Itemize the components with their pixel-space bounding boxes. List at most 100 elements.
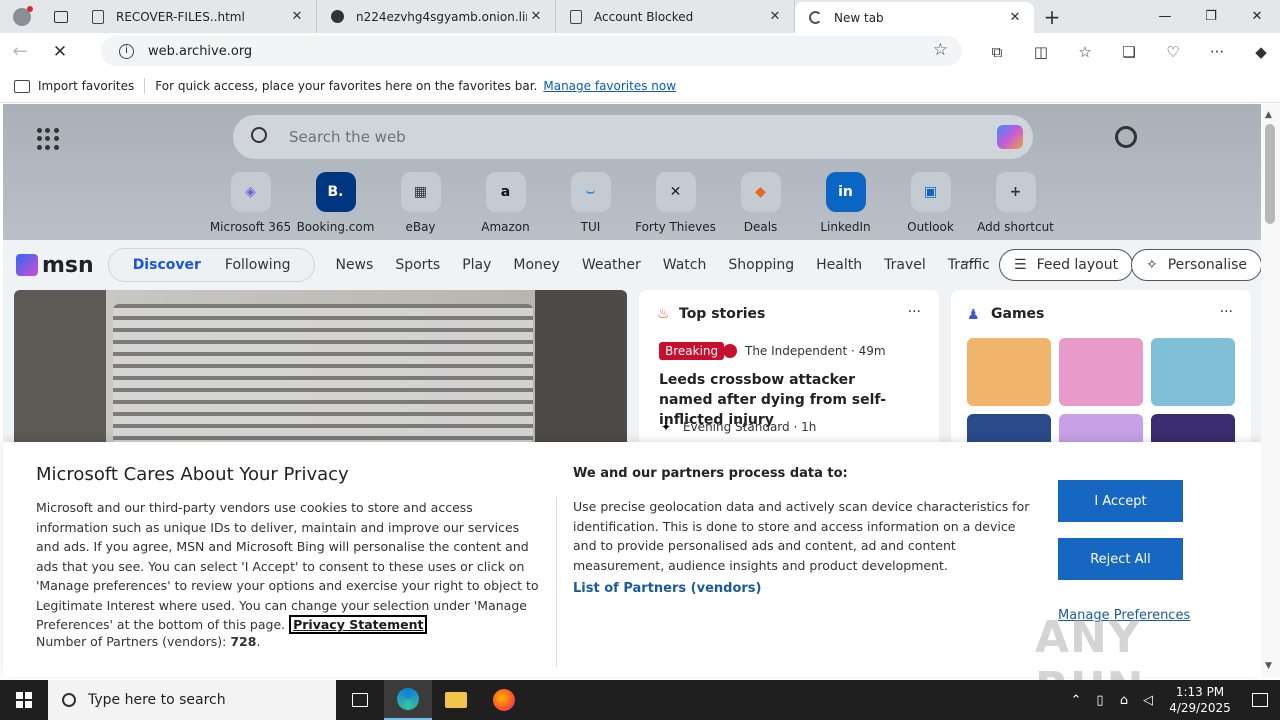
shortcut-icon: a [485,172,526,212]
vendors-list-link[interactable]: List of Partners (vendors) [573,581,761,596]
partners-number: 728 [230,634,257,649]
network-icon[interactable]: ⌂ [1112,693,1136,708]
privacy-body: Microsoft and our third-party vendors us… [36,498,541,635]
partners-suffix: . [256,634,261,649]
page-scrollbar[interactable]: ▲ ▼ [1261,104,1280,677]
notifications-button[interactable] [1240,693,1280,707]
privacy-statement-link[interactable]: Privacy Statement [289,615,428,634]
more-icon[interactable]: ··· [908,304,921,320]
game-thumbnail[interactable] [1151,338,1235,406]
windows-logo-icon [16,692,32,708]
new-tab-button[interactable]: + [1034,0,1070,33]
restore-icon[interactable]: ❐ [1188,0,1234,33]
category-travel[interactable]: Travel [884,257,926,273]
tab-discover[interactable]: Discover [121,257,213,273]
copilot-search-icon[interactable] [997,125,1023,149]
web-search-box[interactable]: Search the web [233,115,1033,159]
story-source-2: Evening Standard · 1h [683,420,817,434]
close-icon[interactable]: ✕ [288,9,306,24]
device-icon[interactable]: ▯ [1088,693,1112,708]
address-bar[interactable]: i web.archive.org ☆ [101,36,962,66]
feed-layout-label: Feed layout [1036,257,1119,273]
file-explorer-button[interactable] [432,680,480,720]
category-sports[interactable]: Sports [395,257,440,273]
profile-button[interactable] [0,0,44,33]
favorite-star-icon[interactable]: ☆ [933,40,948,60]
close-window-icon[interactable]: ✕ [1234,0,1280,33]
site-info-icon[interactable]: i [119,43,134,59]
import-favorites-button[interactable]: Import favorites [38,79,134,93]
shortcut-tui[interactable]: ⌣ TUI [548,172,633,234]
edge-taskbar-button[interactable] [384,680,432,720]
shortcut-icon: + [995,172,1036,212]
games-icon: ♟ [967,307,980,323]
clock-time: 1:13 PM [1175,685,1225,699]
category-play[interactable]: Play [462,257,491,273]
clock[interactable]: 1:13 PM 4/29/2025 [1160,684,1240,716]
msn-logo[interactable]: msn [16,253,94,278]
story-source: The Independent · 49m [745,344,886,358]
volume-icon[interactable]: ◁ [1136,693,1160,708]
scrollbar-thumb[interactable] [1265,124,1275,224]
tab-following[interactable]: Following [213,257,303,273]
back-button[interactable]: ← [0,41,40,62]
game-thumbnail[interactable] [967,338,1051,406]
favorites-icon[interactable]: ☆ [1063,33,1107,70]
shortcut-forty-thieves[interactable]: ✕ Forty Thieves [633,172,718,234]
feed-layout-button[interactable]: ☰ Feed layout [999,249,1134,281]
tab-account-blocked[interactable]: Account Blocked ✕ [556,0,795,33]
shortcut-outlook[interactable]: ▣ Outlook [888,172,973,234]
shortcut-label: TUI [580,220,601,234]
shortcut-linkedin[interactable]: in LinkedIn [803,172,888,234]
taskbar-search[interactable]: Type here to search [48,680,336,720]
category-weather[interactable]: Weather [582,257,641,273]
accept-button[interactable]: I Accept [1058,480,1183,522]
tab-recover-files[interactable]: RECOVER-FILES..html ✕ [78,0,317,33]
shortcut-microsoft-365[interactable]: ◈ Microsoft 365 [208,172,293,234]
manage-favorites-link[interactable]: Manage favorites now [543,79,676,93]
reject-all-button[interactable]: Reject All [1058,538,1183,580]
category-health[interactable]: Health [816,257,862,273]
more-categories-button[interactable]: ··· [961,255,974,271]
close-icon[interactable]: ✕ [527,9,545,24]
chevron-up-icon[interactable]: ⌃ [1064,693,1088,708]
shortcut-label: Add shortcut [977,220,1054,234]
search-icon [62,693,76,707]
shortcut-deals[interactable]: ◆ Deals [718,172,803,234]
more-icon[interactable]: ··· [1220,304,1233,320]
tab-onion-link[interactable]: n224ezvhg4sgyamb.onion.link ✕ [317,0,556,33]
shortcut-label: Outlook [907,220,954,234]
extensions-icon[interactable]: ⧉ [975,33,1019,70]
category-shopping[interactable]: Shopping [728,257,794,273]
personalise-button[interactable]: ✧ Personalise [1131,249,1261,281]
shortcut-ebay[interactable]: ▦ eBay [378,172,463,234]
close-icon[interactable]: ✕ [766,9,784,24]
task-view-button[interactable] [336,680,384,720]
category-news[interactable]: News [335,257,373,273]
collections-icon[interactable]: ❏ [1107,33,1151,70]
performance-icon[interactable]: ♡ [1151,33,1195,70]
game-thumbnail[interactable] [1059,338,1143,406]
gear-icon[interactable] [1115,126,1137,148]
apps-grid-icon[interactable] [37,128,59,150]
close-icon[interactable]: ✕ [1006,10,1024,25]
start-button[interactable] [0,680,48,720]
more-options-icon[interactable]: ··· [1195,33,1239,70]
tab-new-tab[interactable]: New tab ✕ [795,2,1034,33]
scroll-up-icon[interactable]: ▲ [1265,110,1272,120]
onion-icon [331,10,344,23]
category-money[interactable]: Money [513,257,559,273]
split-screen-icon[interactable]: ◫ [1019,33,1063,70]
firefox-button[interactable] [480,680,528,720]
shortcut-amazon[interactable]: a Amazon [463,172,548,234]
scroll-down-icon[interactable]: ▼ [1265,661,1272,671]
minimize-icon[interactable]: — [1142,0,1188,33]
category-watch[interactable]: Watch [663,257,707,273]
stop-loading-button[interactable]: ✕ [40,42,80,62]
tab-actions-button[interactable] [44,0,78,33]
address-url[interactable]: web.archive.org [148,44,252,59]
copilot-icon[interactable]: ◆ [1239,33,1280,70]
shortcut-add-shortcut[interactable]: + Add shortcut [973,172,1058,234]
shortcut-booking-com[interactable]: B. Booking.com [293,172,378,234]
search-placeholder: Search the web [289,128,406,146]
